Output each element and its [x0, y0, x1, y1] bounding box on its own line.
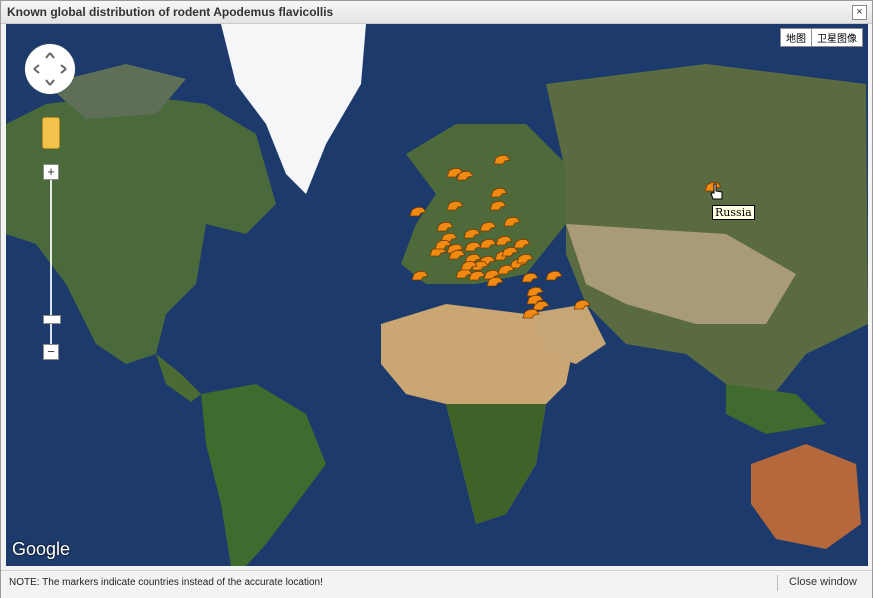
window-title: Known global distribution of rodent Apod… [7, 5, 334, 19]
marker-icon[interactable] [573, 299, 591, 310]
marker-icon[interactable] [516, 253, 534, 264]
status-bar: NOTE: The markers indicate countries ins… [1, 570, 872, 598]
marker-icon[interactable] [479, 221, 497, 232]
marker-icon[interactable] [493, 154, 511, 165]
marker-icon[interactable] [411, 270, 429, 281]
pegman-icon[interactable] [42, 117, 60, 149]
marker-icon[interactable] [460, 260, 478, 271]
zoom-out-button[interactable]: − [43, 344, 59, 360]
marker-tooltip: Russia [712, 205, 755, 220]
marker-icon[interactable] [489, 200, 507, 211]
marker-icon[interactable] [526, 294, 544, 305]
close-icon[interactable]: × [852, 5, 867, 20]
marker-icon[interactable] [409, 206, 427, 217]
marker-icon[interactable] [522, 308, 540, 319]
zoom-slider-track[interactable] [50, 174, 52, 354]
map-button[interactable]: 地图 [781, 29, 811, 46]
cursor-hand-icon [710, 183, 723, 200]
marker-icon[interactable] [503, 216, 521, 227]
close-window-link[interactable]: Close window [789, 576, 857, 588]
marker-icon[interactable] [497, 264, 515, 275]
popup-window: Known global distribution of rodent Apod… [0, 0, 873, 598]
satellite-button[interactable]: 卫星图像 [811, 29, 862, 46]
marker-icon[interactable] [545, 270, 563, 281]
marker-icon[interactable] [495, 235, 513, 246]
marker-icon[interactable] [490, 187, 508, 198]
google-logo: Google [12, 539, 71, 559]
marker-icon[interactable] [434, 239, 452, 250]
satellite-imagery [6, 24, 868, 566]
map-view[interactable]: 地图 卫星图像 + − Google Russia [6, 24, 868, 566]
marker-icon[interactable] [436, 221, 454, 232]
zoom-slider-thumb[interactable] [43, 315, 61, 324]
note-text: NOTE: The markers indicate countries ins… [9, 577, 323, 588]
marker-icon[interactable] [521, 272, 539, 283]
zoom-in-button[interactable]: + [43, 164, 59, 180]
pan-control-icon[interactable] [25, 44, 75, 94]
divider [777, 575, 778, 591]
marker-icon[interactable] [456, 170, 474, 181]
marker-icon[interactable] [446, 200, 464, 211]
title-bar: Known global distribution of rodent Apod… [1, 1, 872, 24]
map-type-control: 地图 卫星图像 [780, 28, 863, 47]
marker-icon[interactable] [486, 276, 504, 287]
